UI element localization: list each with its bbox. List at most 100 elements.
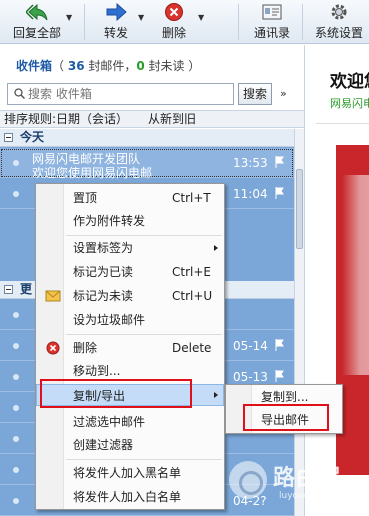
delete-icon — [165, 3, 183, 21]
reply-dropdown-icon[interactable]: ▼ — [66, 13, 72, 22]
message-time: 13:53 — [233, 156, 268, 170]
reply-all-label: 回复全部 — [12, 26, 61, 40]
search-input[interactable] — [28, 86, 228, 102]
total-count: 36 — [67, 59, 85, 73]
menu-item-filter-selected[interactable]: 过滤选中邮件 — [36, 411, 224, 433]
contacts-button[interactable]: 通讯录 — [250, 0, 294, 44]
menu-item-label: 置顶 — [73, 191, 98, 205]
folder-title: 收件箱 — [16, 59, 53, 73]
toolbar-separator — [302, 4, 303, 40]
reply-all-icon — [26, 3, 48, 21]
read-dot-icon — [13, 191, 19, 197]
delete-dropdown-icon[interactable]: ▼ — [198, 13, 204, 22]
divider — [316, 123, 369, 124]
menu-item-label: 创建过滤器 — [73, 438, 134, 452]
menu-item-blacklist-sender[interactable]: 将发件人加入黑名单 — [36, 462, 224, 484]
search-button[interactable]: 搜索 — [238, 83, 272, 105]
menu-item-shortcut: Ctrl+U — [172, 289, 213, 303]
flag-icon[interactable] — [275, 187, 285, 199]
menu-separator — [66, 459, 222, 460]
settings-label: 系统设置 — [314, 26, 363, 40]
menu-item-whitelist-sender[interactable]: 将发件人加入白名单 — [36, 486, 224, 508]
menu-item-label: 删除 — [73, 341, 98, 355]
menu-item-shortcut: Ctrl+T — [172, 191, 211, 205]
read-dot-icon — [13, 343, 19, 349]
router-logo-icon — [229, 461, 267, 499]
expand-search-icon[interactable]: » — [280, 87, 287, 100]
message-time: 05-14 — [233, 339, 268, 353]
read-dot-icon — [13, 467, 19, 473]
menu-item-create-filter[interactable]: 创建过滤器 — [36, 434, 224, 456]
reply-all-button[interactable]: 回复全部 — [10, 0, 64, 44]
menu-separator — [66, 235, 222, 236]
address-book-icon — [262, 4, 282, 20]
search-icon — [14, 88, 25, 99]
submenu-arrow-icon — [214, 245, 218, 251]
read-dot-icon — [13, 160, 19, 166]
forward-label: 转发 — [103, 26, 128, 40]
settings-button[interactable]: 系统设置 — [312, 0, 366, 44]
gear-icon — [331, 4, 347, 20]
message-title: 欢迎您 — [330, 72, 369, 92]
total-unit: 封邮件， — [84, 59, 137, 73]
delete-button[interactable]: 删除 — [154, 0, 194, 44]
delete-icon — [46, 341, 60, 355]
menu-item-shortcut: Ctrl+E — [172, 265, 211, 279]
forward-icon — [106, 2, 127, 22]
menu-item-mark-unread[interactable]: 标记为未读 Ctrl+U — [36, 285, 224, 307]
scrollbar-thumb[interactable] — [296, 169, 303, 249]
count-paren: （ — [52, 59, 68, 73]
menu-item-set-tag[interactable]: 设置标签为 — [36, 237, 224, 259]
toolbar-separator — [84, 4, 85, 40]
read-dot-icon — [13, 374, 19, 380]
sort-order[interactable]: 从新到旧 — [148, 111, 196, 127]
read-dot-icon — [13, 405, 19, 411]
folder-header: 收件箱（ 36 封邮件，0 封未读 ） — [16, 57, 200, 74]
collapse-box-icon[interactable] — [4, 133, 13, 142]
submenu-arrow-icon — [214, 392, 218, 398]
menu-item-mark-read[interactable]: 标记为已读 Ctrl+E — [36, 261, 224, 283]
watermark-site: luyouqi.com — [279, 491, 335, 501]
context-menu: 置顶 Ctrl+T 作为附件转发 设置标签为 标记为已读 Ctrl+E 标记为未… — [35, 183, 225, 510]
delete-label: 删除 — [161, 26, 186, 40]
group-title: 更 — [20, 282, 33, 296]
menu-item-delete[interactable]: 删除 Delete — [36, 337, 224, 359]
message-from[interactable]: 网易闪电 — [330, 95, 369, 111]
menu-item-label: 标记为未读 — [73, 289, 134, 303]
watermark-brand: 路由器 — [273, 466, 343, 491]
menu-item-pin[interactable]: 置顶 Ctrl+T — [36, 187, 224, 209]
forward-button[interactable]: 转发 — [96, 0, 136, 44]
message-row-selected[interactable]: 网易闪电邮开发团队 欢迎您使用网易闪电邮 13:53 — [0, 148, 294, 180]
reading-pane: 欢迎您 网易闪电 — [306, 45, 369, 516]
menu-item-label: 将发件人加入白名单 — [73, 490, 182, 504]
watermark: 路由器 luyouqi.com — [229, 458, 369, 510]
forward-dropdown-icon[interactable]: ▼ — [138, 13, 144, 22]
flag-icon[interactable] — [275, 339, 285, 351]
group-title: 今天 — [20, 130, 45, 144]
sort-bar[interactable]: 排序规则:日期（会话） 从新到旧 — [0, 110, 304, 128]
contacts-label: 通讯录 — [253, 26, 290, 40]
menu-item-label: 设置标签为 — [73, 241, 134, 255]
message-time: 05-13 — [233, 370, 268, 384]
menu-item-label: 标记为已读 — [73, 265, 134, 279]
read-dot-icon — [13, 312, 19, 318]
flag-icon[interactable] — [275, 156, 285, 168]
message-time: 11:04 — [233, 187, 268, 201]
read-dot-icon — [13, 436, 19, 442]
unread-unit: 封未读 ） — [144, 59, 201, 73]
menu-separator — [66, 334, 222, 335]
collapse-box-icon[interactable] — [4, 285, 13, 294]
search-field[interactable] — [7, 83, 234, 105]
toolbar-separator — [238, 4, 239, 40]
group-header-today[interactable]: 今天 — [0, 129, 294, 147]
toolbar: 回复全部 ▼ 转发 ▼ 删除 ▼ 通讯录 系统设置 — [0, 0, 369, 44]
menu-item-label: 将发件人加入黑名单 — [73, 466, 182, 480]
menu-item-forward-as-attachment[interactable]: 作为附件转发 — [36, 210, 224, 232]
highlight-box-export-mail — [243, 404, 329, 431]
menu-item-mark-junk[interactable]: 设为垃圾邮件 — [36, 309, 224, 331]
menu-item-label: 设为垃圾邮件 — [73, 313, 146, 327]
envelope-icon — [45, 290, 61, 302]
unread-count: 0 — [136, 59, 145, 73]
sort-rule[interactable]: 排序规则:日期（会话） — [4, 111, 128, 127]
flag-icon[interactable] — [275, 370, 285, 382]
